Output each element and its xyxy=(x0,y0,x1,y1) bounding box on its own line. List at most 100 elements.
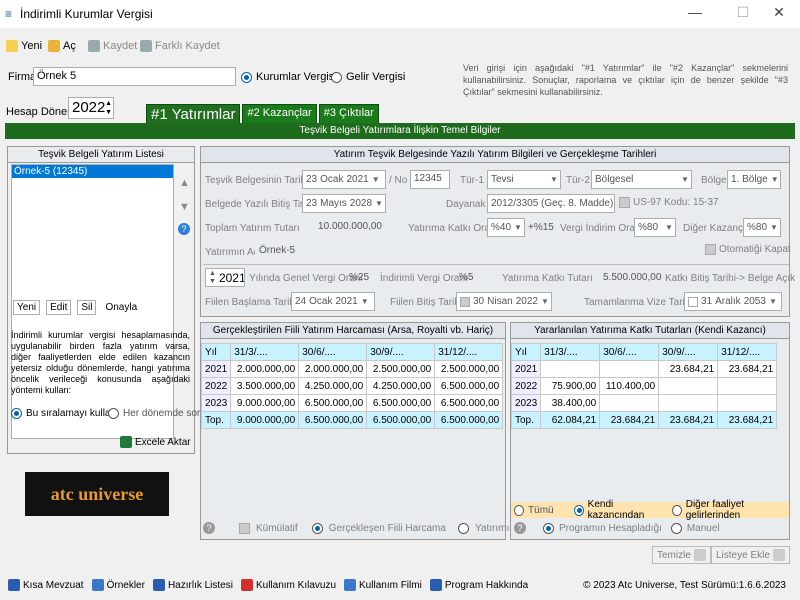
tab-outputs[interactable]: #3 Çıktılar xyxy=(318,104,379,125)
save-icon xyxy=(88,40,100,52)
radio-actual-spend[interactable] xyxy=(311,522,323,534)
discount-select[interactable]: %80 ▼ xyxy=(634,218,676,237)
add-to-list-button[interactable]: Listeye Ekle xyxy=(711,546,790,564)
spinner-arrows-icon[interactable]: ▲ ▼ xyxy=(105,99,112,117)
prep-list-link[interactable]: Hazırlık Listesi xyxy=(152,579,233,591)
list-edit-button[interactable]: Edit xyxy=(46,300,72,315)
visa-label: Tamamlanma Vize Tarihi xyxy=(584,297,693,308)
region-select[interactable]: 1. Bölge ▼ xyxy=(727,170,781,189)
version-text: © 2023 Atc Universe, Test Sürümü:1.6.6.2… xyxy=(583,579,786,591)
radio-other-income[interactable] xyxy=(671,504,682,516)
window-title: İndirimli Kurumlar Vergisi xyxy=(20,7,153,21)
year-spinner[interactable]: ▲ ▼ 2021 xyxy=(205,268,245,287)
table-row[interactable]: 2022 3.500.000,00 4.250.000,00 4.250.000,00… xyxy=(200,377,504,395)
radio-corporate[interactable]: Kurumlar Vergisi xyxy=(241,71,337,83)
open-button[interactable]: Aç xyxy=(48,40,76,52)
help-icon[interactable]: ? xyxy=(514,522,526,534)
table-row[interactable]: 2022 75.900,00 110.400,00 xyxy=(510,377,778,395)
total-field[interactable]: 10.000.000,00 xyxy=(302,218,386,237)
contrib-end-label: Katkı Bitiş Tarihi-> Belge Açık xyxy=(665,273,796,284)
auto-close-checkbox[interactable]: Otomatiği Kapat xyxy=(705,244,791,255)
atc-universe-logo: atc universe xyxy=(25,472,169,516)
user-video-link[interactable]: Kullanım Filmi xyxy=(344,579,422,591)
eraser-icon xyxy=(693,549,706,561)
spend-grid[interactable]: Yıl 31/3/.... 30/6/.... 30/9/.... 31/12/....… xyxy=(200,343,504,429)
radio-own-gain[interactable] xyxy=(573,504,584,516)
radio-use-order[interactable]: Bu sıralamayı kullan xyxy=(11,408,116,419)
other-gain-select[interactable]: %80 ▼ xyxy=(743,218,781,237)
excel-export-button[interactable]: Excele Aktar xyxy=(120,436,191,448)
checkbox-cumulative[interactable] xyxy=(239,522,250,534)
minimize-button[interactable]: — xyxy=(680,4,710,24)
contrib-rate-select[interactable]: %40 ▼ xyxy=(487,218,525,237)
gen-tax-label: Yılında Genel Vergi Oranı xyxy=(249,273,363,284)
radio-income[interactable]: Gelir Vergisi xyxy=(331,71,405,83)
radio-corporate-dot xyxy=(241,71,252,83)
help-icon[interactable]: ? xyxy=(178,223,190,235)
chevron-down-icon: ▼ xyxy=(371,175,380,184)
investment-list-title: Teşvik Belgeli Yatırım Listesi xyxy=(8,147,194,163)
divider xyxy=(203,264,789,265)
firm-input[interactable]: Örnek 5 xyxy=(33,67,236,86)
calc-mode-options: ? Programın Hesapladığı Manuel xyxy=(514,522,720,534)
cert-date-picker[interactable]: 23 Ocak 2021 ▼ xyxy=(302,170,386,189)
reduced-tax-value: %5 xyxy=(459,272,474,283)
table-total-row: Top. 62.084,21 23.684,21 23.684,21 23.684,21 xyxy=(510,411,778,429)
clear-button[interactable]: Temizle xyxy=(652,546,711,564)
spend-title: Gerçekleştirilen Fiili Yatırım Harcaması… xyxy=(201,323,505,339)
type1-select[interactable]: Tevsi ▼ xyxy=(487,170,561,189)
basis-select[interactable]: 2012/3305 (Geç. 8. Madde)▼ xyxy=(487,194,615,213)
list-approve-button[interactable]: Onayla xyxy=(102,301,140,314)
type2-label: Tür-2 xyxy=(566,175,590,186)
visa-date-picker[interactable]: 31 Aralık 2053 ▼ xyxy=(684,292,782,311)
list-delete-button[interactable]: Sil xyxy=(77,300,97,315)
radio-all[interactable] xyxy=(514,504,525,516)
chevron-down-icon: ▼ xyxy=(665,223,673,232)
save-as-icon xyxy=(140,40,152,52)
spend-options: ? Kümülatif Gerçekleşen Fiili Harcama Ya… xyxy=(203,522,554,534)
maximize-button[interactable]: ☐ xyxy=(728,4,758,24)
investment-name-field[interactable]: Örnek-5 xyxy=(255,242,385,261)
list-buttons: Yeni Edit Sil Onayla xyxy=(13,300,140,315)
start-date-picker[interactable]: 24 Ocak 2021 ▼ xyxy=(291,292,375,311)
save-button[interactable]: Kaydet xyxy=(88,40,137,52)
radio-program-calc[interactable] xyxy=(543,522,554,534)
region-label: Bölge xyxy=(701,175,727,186)
move-up-icon[interactable]: ▲ xyxy=(179,177,190,189)
user-guide-link[interactable]: Kullanım Kılavuzu xyxy=(240,579,336,591)
help-icon[interactable]: ? xyxy=(203,522,215,534)
examples-link[interactable]: Örnekler xyxy=(91,579,145,591)
tab-investments[interactable]: #1 Yatırımlar xyxy=(146,104,241,125)
new-button[interactable]: Yeni xyxy=(6,40,42,52)
about-link[interactable]: Program Hakkında xyxy=(429,579,528,591)
radio-manual[interactable] xyxy=(670,522,682,534)
table-row[interactable]: 2021 2.000.000,00 2.000.000,00 2.500.000,00… xyxy=(200,360,504,378)
cert-no-field[interactable]: 12345 xyxy=(410,170,450,189)
type2-select[interactable]: Bölgesel ▼ xyxy=(591,170,692,189)
cert-date-label: Teşvik Belgesinin Tarihi xyxy=(205,175,309,186)
cert-no-label: / No xyxy=(389,175,408,186)
save-as-button[interactable]: Farklı Kaydet xyxy=(140,40,220,52)
table-header-row: Yıl 31/3/.... 30/6/.... 30/9/.... 31/12/.... xyxy=(510,343,778,361)
radio-investment-gain[interactable] xyxy=(457,522,469,534)
list-item[interactable]: Örnek-5 (12345) xyxy=(12,165,173,178)
table-row[interactable]: 2023 9.000.000,00 6.500.000,00 6.500.000,00… xyxy=(200,394,504,412)
actual-end-picker[interactable]: 30 Nisan 2022 ▼ xyxy=(456,292,552,311)
tab-earnings[interactable]: #2 Kazançlar xyxy=(242,104,317,125)
chevron-down-icon: ▼ xyxy=(770,175,779,184)
move-down-icon[interactable]: ▼ xyxy=(179,201,190,213)
actual-end-label: Fiilen Bitiş Tarihi xyxy=(390,297,463,308)
us97-checkbox[interactable]: US-97 Kodu: 15-37 xyxy=(619,197,719,208)
short-legislation-link[interactable]: Kısa Mevzuat xyxy=(8,579,84,591)
table-row[interactable]: 2021 23.684,21 23.684,21 xyxy=(510,360,778,378)
chevron-down-icon: ▼ xyxy=(514,223,522,232)
table-row[interactable]: 2023 38.400,00 xyxy=(510,394,778,412)
radio-ask-each[interactable]: Her dönemde sor xyxy=(108,408,200,419)
end-date-picker[interactable]: 23 Mayıs 2028 ▼ xyxy=(302,194,386,213)
radio-ask-each-dot xyxy=(108,408,119,419)
list-new-button[interactable]: Yeni xyxy=(13,300,41,315)
benefit-grid[interactable]: Yıl 31/3/.... 30/6/.... 30/9/.... 31/12/....… xyxy=(510,343,778,429)
period-spinner[interactable]: 2022 ▲ ▼ xyxy=(68,97,114,119)
chevron-down-icon: ▼ xyxy=(550,175,558,184)
close-button[interactable]: ✕ xyxy=(764,4,794,24)
